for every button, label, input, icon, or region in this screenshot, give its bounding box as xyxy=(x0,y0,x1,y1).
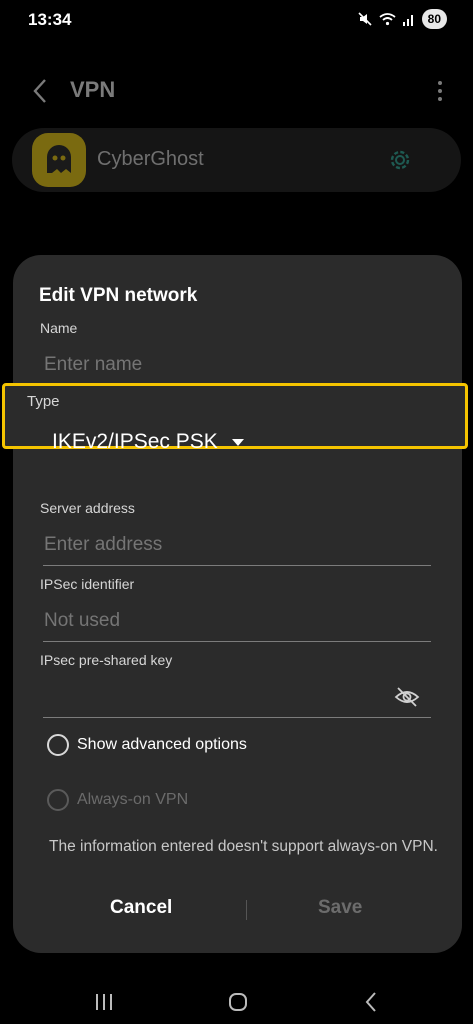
nav-back-icon[interactable] xyxy=(364,991,378,1013)
save-button[interactable]: Save xyxy=(318,897,362,919)
ipsec-identifier-underline xyxy=(43,641,431,642)
show-advanced-radio[interactable] xyxy=(47,734,69,756)
home-icon[interactable] xyxy=(228,992,248,1012)
psk-label: IPsec pre-shared key xyxy=(40,652,173,668)
back-arrow-icon[interactable] xyxy=(30,76,52,106)
more-options-icon[interactable] xyxy=(437,80,443,102)
always-on-vpn-radio xyxy=(47,789,69,811)
name-input[interactable] xyxy=(44,354,432,376)
type-label: Type xyxy=(27,393,60,410)
dialog-title: Edit VPN network xyxy=(39,285,198,306)
app-bar: VPN xyxy=(0,66,473,118)
dropdown-caret-icon xyxy=(231,438,244,446)
page-title: VPN xyxy=(70,77,116,102)
vpn-profile-card[interactable]: CyberGhost xyxy=(12,128,461,192)
server-address-input[interactable] xyxy=(44,534,432,556)
name-label: Name xyxy=(40,320,78,336)
server-address-underline xyxy=(43,565,431,566)
psk-underline xyxy=(43,717,431,718)
gear-icon[interactable] xyxy=(387,147,413,173)
show-advanced-label[interactable]: Show advanced options xyxy=(77,736,247,754)
eye-off-icon[interactable] xyxy=(394,686,420,708)
server-address-label: Server address xyxy=(40,500,135,516)
ipsec-identifier-input[interactable] xyxy=(44,610,432,632)
system-navigation-bar xyxy=(0,980,473,1024)
always-on-vpn-label: Always-on VPN xyxy=(77,791,189,808)
type-selected-value: IKEv2/IPSec PSK xyxy=(52,430,218,453)
recent-apps-icon[interactable] xyxy=(94,993,114,1011)
ipsec-identifier-label: IPSec identifier xyxy=(40,576,135,592)
cancel-button[interactable]: Cancel xyxy=(110,897,172,919)
button-divider xyxy=(246,900,247,920)
type-dropdown[interactable]: IKEv2/IPSec PSK xyxy=(52,430,244,454)
cyberghost-logo xyxy=(32,133,86,187)
always-on-info-text: The information entered doesn't support … xyxy=(49,838,438,855)
vpn-profile-name: CyberGhost xyxy=(97,148,204,170)
psk-input[interactable] xyxy=(44,686,384,708)
